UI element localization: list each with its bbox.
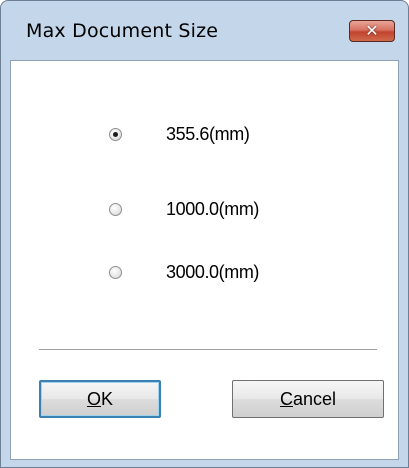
close-icon: ✕ (365, 21, 379, 40)
max-document-size-dialog: Max Document Size ✕ 355.6(mm) 1000.0(mm)… (0, 0, 409, 468)
close-button[interactable]: ✕ (349, 20, 395, 42)
dialog-content: 355.6(mm) 1000.0(mm) 3000.0(mm) OK Cance… (10, 60, 399, 460)
ok-mnemonic: O (86, 388, 101, 409)
cancel-label: ancel (292, 388, 337, 409)
window-title: Max Document Size (26, 20, 219, 42)
ok-button[interactable]: OK (39, 380, 161, 418)
separator-line (39, 349, 377, 353)
ok-label: K (101, 388, 114, 409)
title-bar[interactable]: Max Document Size ✕ (1, 1, 408, 61)
radio-option-355-6mm[interactable]: 355.6(mm) (109, 121, 250, 147)
radio-button-icon[interactable] (109, 127, 122, 141)
radio-button-icon[interactable] (109, 265, 122, 279)
radio-label[interactable]: 355.6(mm) (166, 124, 250, 145)
radio-option-3000-0mm[interactable]: 3000.0(mm) (109, 259, 259, 285)
cancel-mnemonic: C (279, 388, 293, 409)
cancel-button[interactable]: Cancel (232, 380, 384, 418)
radio-label[interactable]: 3000.0(mm) (166, 262, 259, 283)
radio-label[interactable]: 1000.0(mm) (166, 199, 259, 220)
radio-selected-dot (113, 131, 118, 137)
radio-option-1000-0mm[interactable]: 1000.0(mm) (109, 196, 259, 222)
radio-button-icon[interactable] (109, 202, 122, 216)
